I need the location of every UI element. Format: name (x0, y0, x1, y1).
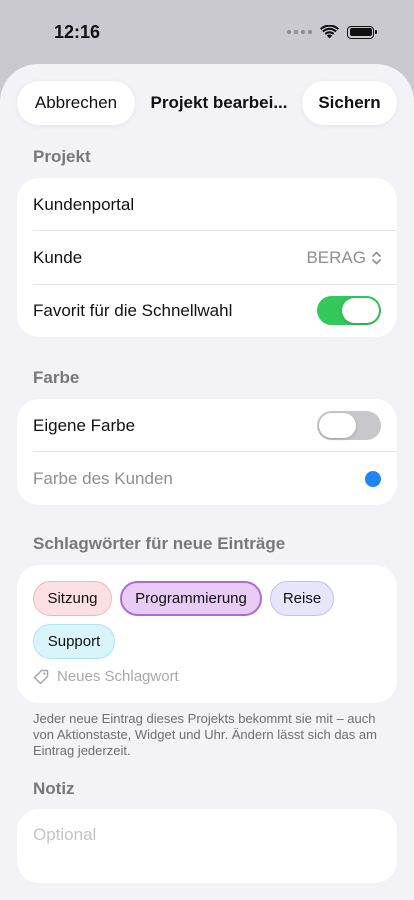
customer-label: Kunde (33, 247, 83, 267)
save-button[interactable]: Sichern (302, 81, 397, 125)
tag-chip-programmierung[interactable]: Programmierung (120, 581, 262, 616)
section-header-notiz: Notiz (33, 779, 75, 798)
chevron-up-down-icon (372, 251, 381, 264)
section-header-farbe: Farbe (33, 368, 80, 387)
project-name-field[interactable]: Kundenportal (33, 178, 381, 231)
tags-card: Sitzung Programmierung Reise Support Neu… (17, 565, 397, 703)
tags-footnote: Jeder neue Eintrag dieses Projekts bekom… (33, 711, 377, 758)
cancel-button[interactable]: Abbrechen (17, 81, 135, 125)
status-icons (287, 25, 377, 39)
favorite-toggle[interactable] (317, 296, 381, 325)
section-header-tags: Schlagwörter für neue Einträge (33, 534, 286, 553)
battery-icon (347, 25, 377, 39)
status-bar: 12:16 (0, 0, 414, 64)
customer-color-swatch (365, 470, 381, 487)
tag-icon (33, 669, 49, 684)
new-tag-input[interactable]: Neues Schlagwort (33, 668, 179, 685)
new-tag-placeholder: Neues Schlagwort (57, 668, 179, 685)
sheet-title: Projekt bearbei... (150, 93, 288, 112)
note-placeholder: Optional (33, 825, 97, 844)
farbe-card: Eigene Farbe Farbe des Kunden (17, 399, 397, 505)
cellular-signal-icon (287, 30, 312, 34)
projekt-card: Kundenportal Kunde BERAG Favorit für die… (17, 178, 397, 337)
tag-chip-sitzung[interactable]: Sitzung (33, 581, 112, 616)
customer-picker-row[interactable]: Kunde BERAG (33, 231, 381, 284)
status-time: 12:16 (54, 22, 101, 42)
project-name-value: Kundenportal (33, 194, 135, 214)
favorite-label: Favorit für die Schnellwahl (33, 300, 233, 320)
section-header-projekt: Projekt (33, 147, 91, 166)
favorite-row: Favorit für die Schnellwahl (33, 284, 381, 337)
wifi-icon (320, 25, 339, 39)
note-field[interactable]: Optional (17, 809, 397, 883)
customer-value: BERAG (306, 247, 366, 267)
customer-color-row: Farbe des Kunden (33, 452, 381, 505)
customer-picker[interactable]: BERAG (306, 248, 381, 268)
customer-color-label: Farbe des Kunden (33, 468, 173, 488)
custom-color-toggle[interactable] (317, 411, 381, 440)
edit-project-sheet: Abbrechen Projekt bearbei... Sichern Pro… (0, 64, 414, 900)
custom-color-row: Eigene Farbe (33, 399, 381, 452)
custom-color-label: Eigene Farbe (33, 415, 136, 435)
tag-chip-reise[interactable]: Reise (270, 581, 334, 616)
tag-chip-support[interactable]: Support (33, 624, 115, 659)
